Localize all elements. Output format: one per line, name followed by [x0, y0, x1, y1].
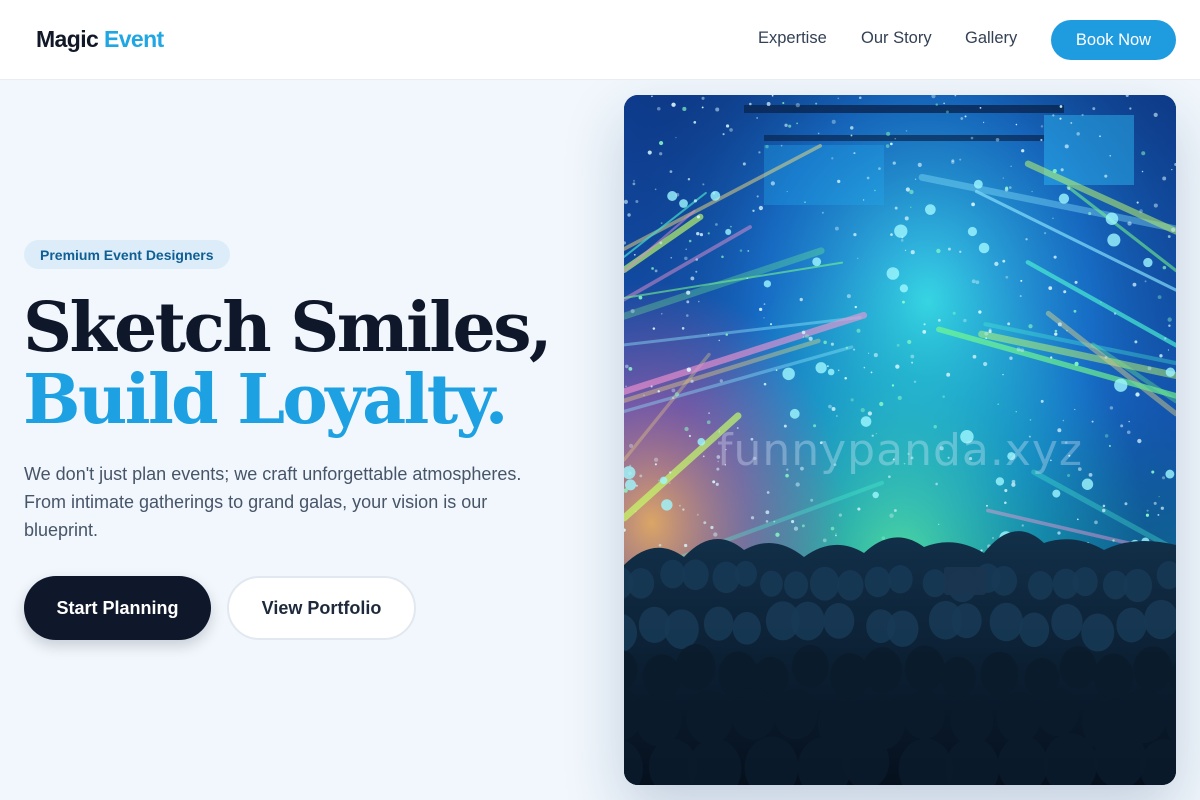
brand-name-primary: Magic: [36, 26, 99, 52]
headline-line-1: Sketch Smiles,: [23, 288, 553, 368]
view-portfolio-button[interactable]: View Portfolio: [227, 576, 416, 640]
hero-concert-image: funnypanda.xyz: [624, 95, 1176, 785]
site-header: Magic Event Expertise Our Story Gallery …: [0, 0, 1200, 80]
concert-scene-illustration: [624, 95, 1176, 785]
headline-line-2: Build Loyalty.: [23, 360, 508, 440]
nav-link-expertise[interactable]: Expertise: [758, 29, 827, 48]
hero-headline: Sketch Smiles, Build Loyalty.: [23, 292, 623, 436]
nav-link-our-story[interactable]: Our Story: [861, 29, 932, 48]
book-now-button[interactable]: Book Now: [1051, 20, 1176, 60]
hero-badge: Premium Event Designers: [24, 240, 230, 269]
start-planning-button[interactable]: Start Planning: [24, 576, 211, 640]
brand-logo[interactable]: Magic Event: [36, 26, 164, 53]
brand-name-accent: Event: [103, 26, 164, 52]
nav-link-gallery[interactable]: Gallery: [965, 29, 1017, 48]
hero-description: We don't just plan events; we craft unfo…: [24, 464, 522, 540]
